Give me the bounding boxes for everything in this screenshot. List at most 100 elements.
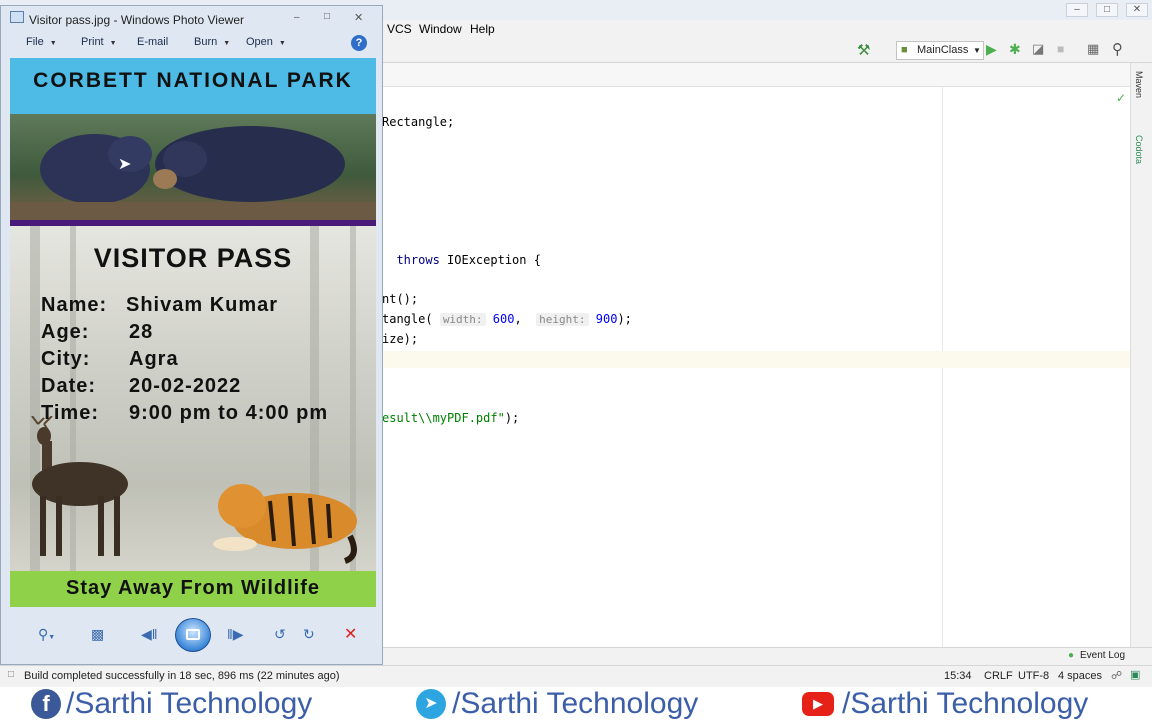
code-line: Rectangle; (382, 115, 455, 129)
config-icon: ■ (901, 44, 908, 56)
coverage-icon[interactable]: ◪ (1032, 41, 1044, 57)
viewer-control-bar: ⚲▼ ▩ ◀‖ ‖▶ ↺ ↻ ✕ (1, 618, 382, 652)
maximize-button[interactable]: □ (1096, 3, 1118, 17)
chevron-down-icon: ▼ (109, 40, 117, 47)
date-label: Date: (41, 375, 97, 397)
viewer-maximize-button[interactable]: □ (324, 11, 330, 22)
photo-viewer-icon (10, 11, 24, 23)
viewer-title: Visitor pass.jpg - Windows Photo Viewer (29, 13, 244, 27)
burn-menu[interactable]: Burn ▼ (194, 36, 230, 48)
city-value: Agra (129, 348, 179, 370)
actual-size-icon[interactable]: ▩ (91, 626, 104, 643)
caret-position[interactable]: 15:34 (944, 670, 972, 682)
time-label: Time: (41, 402, 99, 424)
code-line: throws IOException { (396, 253, 541, 267)
minimize-button[interactable]: – (1066, 3, 1088, 17)
date-value: 20-02-2022 (129, 375, 242, 397)
name-label: Name: (41, 294, 108, 316)
code-line: ize); (382, 332, 419, 346)
facebook-icon: f (31, 689, 61, 719)
pass-heading: VISITOR PASS (93, 243, 293, 273)
file-encoding[interactable]: UTF-8 (1018, 670, 1049, 682)
ide-menubar: VCS Window Help (382, 20, 1152, 39)
date-field: Date: 20-02-2022 (41, 375, 240, 398)
editor-tabs-row (382, 63, 1130, 87)
codota-tab[interactable]: Codota (1134, 135, 1144, 164)
parrots-photo: ➤ (10, 114, 376, 224)
ide-toolbar: ⚒ ■ MainClass ▼ ▶ ✱ ◪ ■ ▦ ⚲ (382, 39, 1152, 63)
time-value: 9:00 pm to 4:00 pm (129, 402, 329, 424)
social-banner: f /Sarthi Technology ➤ /Sarthi Technolog… (0, 687, 1152, 720)
right-tool-strip: Maven Codota (1130, 63, 1152, 647)
close-button[interactable]: ✕ (1126, 3, 1148, 17)
telegram-icon: ➤ (416, 689, 446, 719)
youtube-icon: ▶ (802, 692, 834, 716)
project-structure-icon[interactable]: ▦ (1087, 41, 1099, 57)
code-editor[interactable]: ✓ Rectangle; throws IOException { nt(); … (382, 87, 1130, 647)
zoom-icon[interactable]: ⚲▼ (38, 626, 55, 643)
search-icon[interactable]: ⚲ (1112, 40, 1123, 58)
viewer-minimize-button[interactable]: – (294, 12, 300, 23)
open-menu[interactable]: Open ▼ (246, 36, 286, 48)
event-log-button[interactable]: Event Log (1080, 650, 1125, 661)
viewer-close-button[interactable]: ✕ (354, 11, 363, 24)
status-message: Build completed successfully in 18 sec, … (24, 670, 340, 682)
slideshow-button[interactable] (175, 618, 211, 652)
email-button[interactable]: E-mail (137, 36, 168, 48)
codota-status-icon[interactable]: ▣ (1130, 668, 1140, 681)
code-line: esult\\myPDF.pdf"); (382, 411, 520, 425)
menu-help[interactable]: Help (470, 22, 495, 36)
line-separator[interactable]: CRLF (984, 670, 1013, 682)
viewer-menubar: File ▼ Print ▼ E-mail Burn ▼ Open ▼ ? (1, 30, 382, 56)
build-hammer-icon[interactable]: ⚒ (857, 41, 870, 59)
age-value: 28 (129, 321, 154, 343)
status-square-icon: □ (8, 669, 15, 680)
name-field: Name: Shivam Kumar (41, 294, 277, 317)
pass-footer-banner: Stay Away From Wildlife (10, 571, 376, 607)
chevron-down-icon: ▼ (278, 40, 286, 47)
maven-tab[interactable]: Maven (1134, 71, 1144, 98)
stop-icon[interactable]: ■ (1057, 42, 1064, 56)
slideshow-icon (186, 629, 200, 640)
checkmark-icon: ✓ (1116, 91, 1127, 105)
tiger-illustration (213, 484, 357, 564)
run-icon[interactable]: ▶ (986, 41, 997, 58)
print-menu-label: Print (81, 36, 104, 48)
youtube-handle: /Sarthi Technology (842, 687, 1089, 720)
print-menu[interactable]: Print ▼ (81, 36, 117, 48)
run-configuration-label: MainClass (917, 44, 969, 56)
mouse-cursor-icon: ➤ (118, 156, 132, 173)
name-value: Shivam Kumar (126, 294, 279, 316)
file-menu[interactable]: File ▼ (26, 36, 57, 48)
age-field: Age: 28 (41, 321, 152, 344)
status-bar: □ Build completed successfully in 18 sec… (0, 665, 1152, 687)
indent-setting[interactable]: 4 spaces (1058, 670, 1102, 682)
city-field: City: Agra (41, 348, 178, 371)
city-label: City: (41, 348, 91, 370)
code-line: nt(); (382, 292, 419, 306)
help-icon[interactable]: ? (351, 35, 367, 51)
next-icon[interactable]: ‖▶ (227, 626, 244, 643)
event-log-icon: ● (1068, 650, 1075, 661)
delete-icon[interactable]: ✕ (344, 624, 357, 644)
chevron-down-icon: ▼ (973, 46, 981, 55)
chevron-down-icon: ▼ (49, 40, 57, 47)
parrots-illustration (10, 126, 376, 224)
menu-vcs[interactable]: VCS (387, 22, 412, 36)
file-menu-label: File (26, 36, 44, 48)
photo-viewer-window: Visitor pass.jpg - Windows Photo Viewer … (0, 5, 383, 665)
run-configuration-select[interactable]: ■ MainClass ▼ (896, 41, 984, 60)
time-field: Time: 9:00 pm to 4:00 pm (41, 402, 327, 425)
lock-icon[interactable]: ☍ (1111, 669, 1122, 682)
burn-menu-label: Burn (194, 36, 218, 48)
rotate-right-icon[interactable]: ↻ (303, 626, 315, 643)
debug-icon[interactable]: ✱ (1009, 41, 1021, 58)
park-name-banner: CORBETT NATIONAL PARK (10, 58, 376, 114)
menu-window[interactable]: Window (419, 22, 462, 36)
facebook-handle: /Sarthi Technology (66, 687, 313, 720)
visitor-pass-image: CORBETT NATIONAL PARK ➤ VISITOR PASS Nam… (10, 58, 376, 607)
rotate-left-icon[interactable]: ↺ (274, 626, 286, 643)
tool-window-bar: ● Event Log (382, 647, 1152, 665)
open-menu-label: Open (246, 36, 273, 48)
previous-icon[interactable]: ◀‖ (141, 626, 158, 643)
